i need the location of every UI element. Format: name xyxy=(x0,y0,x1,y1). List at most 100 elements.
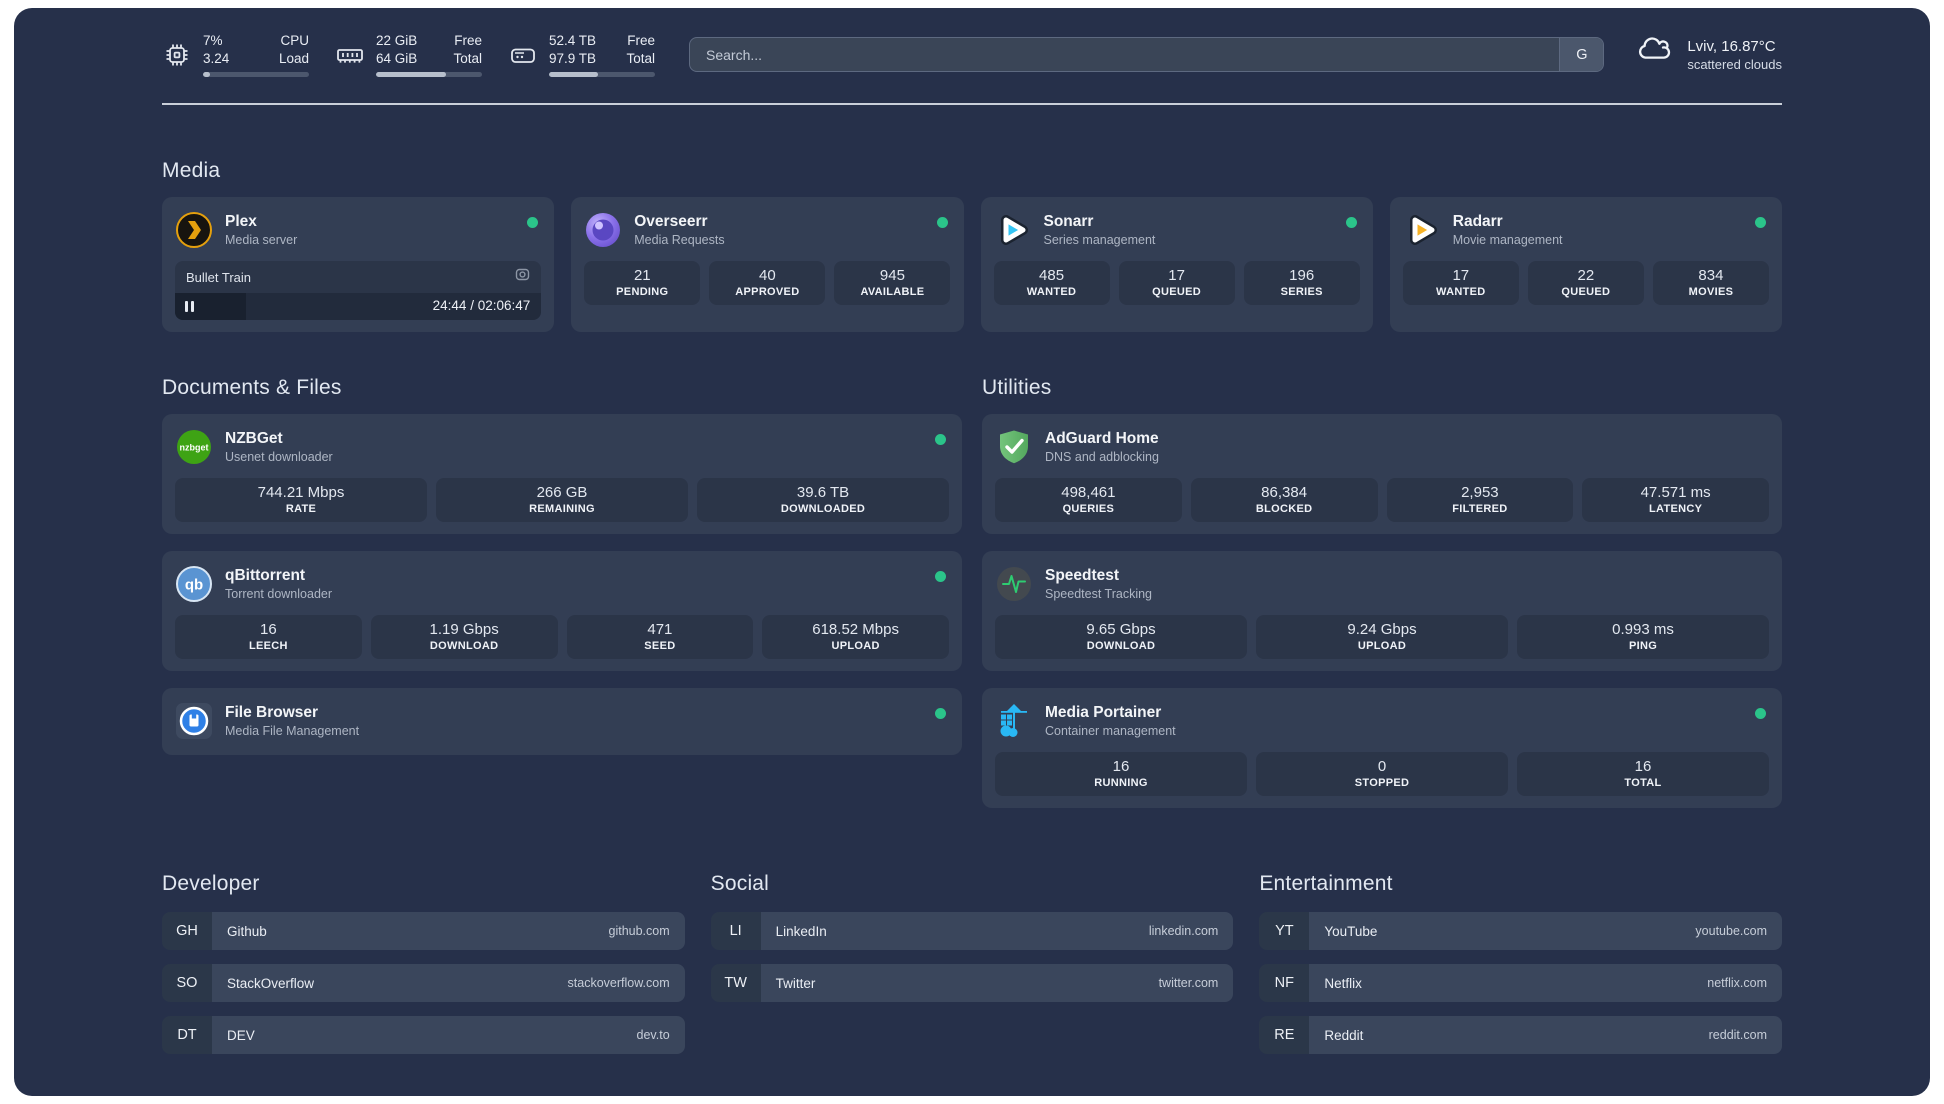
section-title-media: Media xyxy=(162,159,221,183)
bookmark-name: YouTube xyxy=(1324,923,1378,939)
card-title: Speedtest xyxy=(1045,567,1120,585)
service-card-filebrowser[interactable]: File Browser Media File Management xyxy=(162,688,962,756)
bookmark-url: github.com xyxy=(608,924,670,939)
card-subtitle: Movie management xyxy=(1452,233,1563,248)
svg-text:qb: qb xyxy=(185,577,203,594)
cpu-labels: CPU Load xyxy=(278,33,309,66)
svg-text:nzbget: nzbget xyxy=(180,443,209,453)
stat: 945 AVAILABLE xyxy=(834,261,951,306)
bookmark-abbr: YT xyxy=(1259,912,1310,951)
stat: 40 APPROVED xyxy=(709,261,826,306)
cpu-usage-bar xyxy=(203,72,309,78)
stat: 9.65 Gbps DOWNLOAD xyxy=(995,615,1247,660)
bookmark-group-developer: Developer GH Github github.com SO StackOv… xyxy=(162,872,685,1068)
card-subtitle: Speedtest Tracking xyxy=(1045,587,1153,602)
card-title: Plex xyxy=(225,213,257,231)
stat: 16 RUNNING xyxy=(995,752,1247,797)
card-title: NZBGet xyxy=(225,430,283,448)
dashboard-panel: 7% 3.24 CPU Load 22 GiB 64 GiB Free Tota… xyxy=(14,8,1930,1096)
stat: 498,461 QUERIES xyxy=(995,478,1182,523)
section-title-social: Social xyxy=(710,872,770,896)
bookmark-url: dev.to xyxy=(636,1028,670,1043)
cloud-icon xyxy=(1634,35,1674,74)
filebrowser-icon xyxy=(175,702,213,740)
resource-widgets: 7% 3.24 CPU Load 22 GiB 64 GiB Free Tota… xyxy=(162,32,655,78)
service-card-portainer[interactable]: Media Portainer Container management 16 R… xyxy=(982,688,1782,809)
cpu-widget: 7% 3.24 CPU Load xyxy=(162,32,309,78)
disk-usage-bar xyxy=(549,72,655,78)
stat: 16 TOTAL xyxy=(1517,752,1769,797)
bookmark-netflix[interactable]: NF Netflix netflix.com xyxy=(1259,964,1782,1003)
stat: 39.6 TB DOWNLOADED xyxy=(697,478,949,523)
search-input[interactable] xyxy=(690,38,1560,72)
section-title-documents: Documents & Files xyxy=(162,376,342,400)
sonarr-icon xyxy=(994,211,1032,249)
card-subtitle: Media server xyxy=(225,233,298,248)
bookmark-name: Github xyxy=(227,923,267,939)
disk-icon xyxy=(508,36,538,74)
search-provider-button[interactable]: G xyxy=(1559,38,1604,72)
search-bar: G xyxy=(689,37,1605,73)
bookmark-github[interactable]: GH Github github.com xyxy=(162,912,685,951)
bookmark-abbr: RE xyxy=(1259,1016,1310,1055)
documents-column: Documents & Files nzbget NZBGet Usenet d… xyxy=(162,376,962,808)
section-title-utilities: Utilities xyxy=(982,376,1052,400)
stat: 0.993 ms PING xyxy=(1517,615,1769,660)
disk-widget: 52.4 TB 97.9 TB Free Total xyxy=(508,32,655,78)
bookmark-linkedin[interactable]: LI LinkedIn linkedin.com xyxy=(710,912,1234,951)
bookmark-name: Reddit xyxy=(1324,1027,1364,1043)
stat: 17 QUEUED xyxy=(1118,261,1235,306)
cpu-icon xyxy=(162,36,192,74)
card-title: qBittorrent xyxy=(225,567,306,585)
stat: 22 QUEUED xyxy=(1527,261,1644,306)
portainer-icon xyxy=(995,702,1033,740)
bookmark-name: LinkedIn xyxy=(775,923,827,939)
stat: 17 WANTED xyxy=(1402,261,1519,306)
card-title: Sonarr xyxy=(1043,213,1094,231)
service-card-radarr[interactable]: Radarr Movie management 17 WANTED 22 QUEUE… xyxy=(1389,197,1782,333)
card-title: File Browser xyxy=(225,704,319,722)
service-card-qbittorrent[interactable]: qb qBittorrent Torrent downloader 16 LEEC… xyxy=(162,551,962,672)
section-title-entertainment: Entertainment xyxy=(1259,872,1393,896)
memory-widget: 22 GiB 64 GiB Free Total xyxy=(335,32,482,78)
weather-condition: scattered clouds xyxy=(1687,56,1782,72)
topbar-divider xyxy=(162,103,1782,106)
weather-widget: Lviv, 16.87°C scattered clouds xyxy=(1634,35,1782,74)
card-title: Overseerr xyxy=(634,213,708,231)
stat: 9.24 Gbps UPLOAD xyxy=(1256,615,1508,660)
service-card-nzbget[interactable]: nzbget NZBGet Usenet downloader 744.21 M… xyxy=(162,414,962,535)
bookmark-url: youtube.com xyxy=(1695,924,1767,939)
stat: 1.19 Gbps DOWNLOAD xyxy=(370,615,558,660)
memory-usage-bar xyxy=(376,72,482,78)
service-card-sonarr[interactable]: Sonarr Series management 485 WANTED 17 QUE… xyxy=(980,197,1373,333)
service-card-adguard[interactable]: AdGuard Home DNS and adblocking 498,461 Q… xyxy=(982,414,1782,535)
bookmark-reddit[interactable]: RE Reddit reddit.com xyxy=(1259,1016,1782,1055)
bookmark-dev[interactable]: DT DEV dev.to xyxy=(162,1016,685,1055)
bookmark-url: linkedin.com xyxy=(1148,924,1219,939)
service-card-plex[interactable]: Plex Media server Bullet Train 24:44 / 0… xyxy=(162,197,555,333)
bookmark-name: Netflix xyxy=(1324,975,1362,991)
qbittorrent-icon: qb xyxy=(175,565,213,603)
memory-values: 22 GiB 64 GiB xyxy=(376,33,418,66)
service-card-speedtest[interactable]: Speedtest Speedtest Tracking 9.65 Gbps DO… xyxy=(982,551,1782,672)
memory-labels: Free Total xyxy=(453,33,482,66)
memory-icon xyxy=(335,36,365,74)
bookmark-abbr: LI xyxy=(710,912,761,951)
cpu-values: 7% 3.24 xyxy=(203,33,230,66)
bookmark-abbr: TW xyxy=(710,964,761,1003)
stat: 266 GB REMAINING xyxy=(436,478,688,523)
service-card-overseerr[interactable]: Overseerr Media Requests 21 PENDING 40 APP… xyxy=(571,197,964,333)
bookmark-stackoverflow[interactable]: SO StackOverflow stackoverflow.com xyxy=(162,964,685,1003)
card-title: Media Portainer xyxy=(1045,704,1162,722)
stat: 16 LEECH xyxy=(175,615,362,660)
bookmark-url: reddit.com xyxy=(1708,1028,1767,1043)
now-playing-widget: Bullet Train 24:44 / 02:06:47 xyxy=(175,261,542,321)
pause-icon xyxy=(185,301,194,313)
bookmark-youtube[interactable]: YT YouTube youtube.com xyxy=(1259,912,1782,951)
bookmark-twitter[interactable]: TW Twitter twitter.com xyxy=(710,964,1234,1003)
card-subtitle: Torrent downloader xyxy=(225,587,333,602)
speedtest-icon xyxy=(995,565,1033,603)
card-title: Radarr xyxy=(1452,213,1503,231)
bookmark-abbr: NF xyxy=(1259,964,1310,1003)
stat: 485 WANTED xyxy=(993,261,1110,306)
